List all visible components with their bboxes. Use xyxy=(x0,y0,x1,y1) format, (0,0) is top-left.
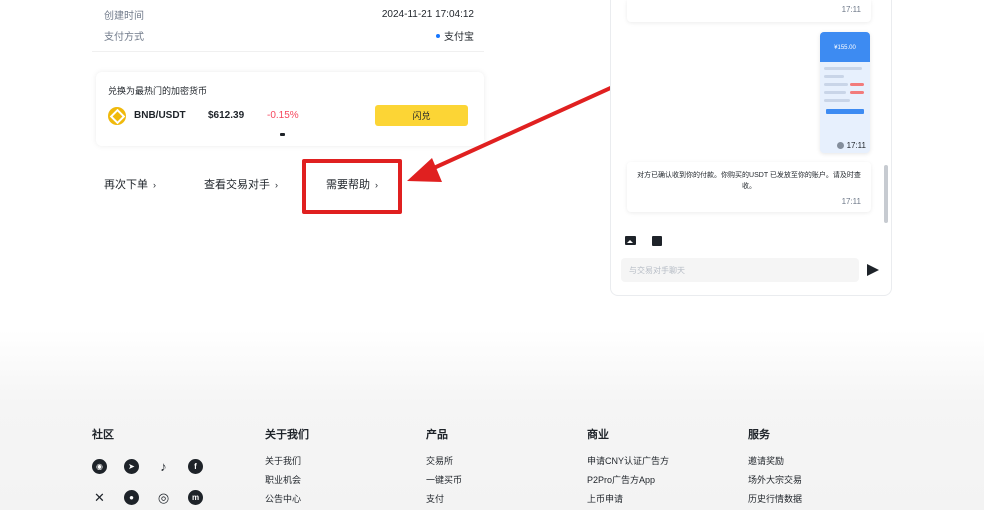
order-info: 创建时间 2024-11-21 17:04:12 支付方式 支付宝 xyxy=(92,0,484,52)
footer-service-title: 服务 xyxy=(748,429,770,441)
image-upload-icon[interactable] xyxy=(625,236,636,245)
payment-method-label: 支付方式 xyxy=(104,32,144,43)
footer-community-title: 社区 xyxy=(92,429,114,441)
view-counterparty-label: 查看交易对手 xyxy=(204,179,270,191)
screenshot-line xyxy=(850,91,864,94)
message-time: 17:11 xyxy=(841,5,861,14)
screenshot-line xyxy=(850,83,864,86)
footer-about: 关于我们 关于我们 职业机会 公告中心 xyxy=(265,426,309,510)
system-message: 对方已确认收到你的付款。你购买的USDT 已发放至你的账户。请及时查收。 17:… xyxy=(627,162,871,212)
footer-link[interactable]: 公告中心 xyxy=(265,492,309,504)
chat-scrollbar[interactable] xyxy=(884,165,888,223)
footer-business-title: 商业 xyxy=(587,429,609,441)
footer-products-title: 产品 xyxy=(426,429,448,441)
social-icons: ◉ ➤ ♪ f ✕ ● ◎ m xyxy=(92,459,204,505)
footer-link[interactable]: 一键买币 xyxy=(426,473,462,485)
footer-link[interactable]: 申请CNY认证广告方 xyxy=(587,454,669,466)
send-icon[interactable] xyxy=(867,264,879,276)
footer-link[interactable]: 场外大宗交易 xyxy=(748,473,802,485)
telegram-icon[interactable]: ➤ xyxy=(124,459,139,474)
footer-link[interactable]: 关于我们 xyxy=(265,454,309,466)
footer-link[interactable]: 支付 xyxy=(426,492,462,504)
screenshot-time-row: 17:11 xyxy=(836,141,866,150)
system-message-time: 17:11 xyxy=(841,197,861,206)
footer-link[interactable]: P2Pro广告方App xyxy=(587,473,669,485)
screenshot-line xyxy=(824,75,844,78)
screenshot-line xyxy=(824,91,846,94)
footer-about-title: 关于我们 xyxy=(265,429,309,441)
file-upload-icon[interactable] xyxy=(652,236,662,246)
carousel-indicator[interactable] xyxy=(280,133,285,136)
payment-method-value: 支付宝 xyxy=(436,28,474,43)
promo-title: 兑换为最热门的加密货币 xyxy=(108,86,208,96)
price-change: -0.15% xyxy=(267,110,299,121)
screenshot-line xyxy=(824,83,848,86)
screenshot-message[interactable]: ¥155.00 17:11 xyxy=(820,32,870,153)
chat-input[interactable] xyxy=(621,258,859,282)
bnb-coin-icon xyxy=(108,107,126,125)
footer-service: 服务 邀请奖励 场外大宗交易 历史行情数据 xyxy=(748,426,802,510)
screenshot-amount: ¥155.00 xyxy=(820,32,870,62)
system-message-text: 对方已确认收到你的付款。你购买的USDT 已发放至你的账户。请及时查收。 xyxy=(637,172,861,190)
reorder-label: 再次下单 xyxy=(104,179,148,191)
chevron-right-icon: › xyxy=(275,180,278,190)
annotation-highlight-box xyxy=(302,159,402,214)
payment-method-row: 支付方式 支付宝 xyxy=(104,28,474,43)
tiktok-icon[interactable]: ♪ xyxy=(156,459,171,474)
footer-products: 产品 交易所 一键买币 支付 xyxy=(426,426,462,510)
created-time-row: 创建时间 2024-11-21 17:04:12 xyxy=(104,7,474,22)
footer-community: 社区 xyxy=(92,426,114,454)
footer-link[interactable]: 邀请奖励 xyxy=(748,454,802,466)
screenshot-time: 17:11 xyxy=(846,141,866,150)
footer-link[interactable]: 交易所 xyxy=(426,454,462,466)
created-time-value: 2024-11-21 17:04:12 xyxy=(381,9,474,20)
view-counterparty-link[interactable]: 查看交易对手 › xyxy=(204,176,278,192)
coinmarketcap-icon[interactable]: m xyxy=(188,490,203,505)
chat-message: 17:11 xyxy=(627,0,871,22)
footer-link[interactable]: 历史行情数据 xyxy=(748,492,802,504)
footer-link[interactable]: 上币申请 xyxy=(587,492,669,504)
convert-button[interactable]: 闪兑 xyxy=(375,105,468,126)
footer-link[interactable]: 职业机会 xyxy=(265,473,309,485)
created-time-label: 创建时间 xyxy=(104,11,144,22)
chevron-right-icon: › xyxy=(153,180,156,190)
screenshot-line xyxy=(824,67,862,70)
chat-panel: 17:11 ¥155.00 17:11 对方已确认收到你的付款。你购买的USDT… xyxy=(610,0,892,296)
discord-icon[interactable]: ◉ xyxy=(92,459,107,474)
trading-pair: BNB/USDT xyxy=(134,110,186,121)
footer-business: 商业 申请CNY认证广告方 P2Pro广告方App 上币申请 xyxy=(587,426,669,510)
reddit-icon[interactable]: ● xyxy=(124,490,139,505)
payment-method-text: 支付宝 xyxy=(444,32,474,43)
instagram-icon[interactable]: ◎ xyxy=(156,490,171,505)
convert-promo-card: 兑换为最热门的加密货币 BNB/USDT $612.39 -0.15% 闪兑 xyxy=(96,72,484,146)
reorder-link[interactable]: 再次下单 › xyxy=(104,176,156,192)
pair-price: $612.39 xyxy=(208,110,245,121)
site-footer: 社区 ◉ ➤ ♪ f ✕ ● ◎ m 关于我们 关于我们 职业机会 公告中心 产… xyxy=(0,330,984,510)
check-icon xyxy=(836,142,844,149)
facebook-icon[interactable]: f xyxy=(188,459,203,474)
screenshot-line xyxy=(824,99,850,102)
alipay-dot-icon xyxy=(436,33,440,38)
chat-tools xyxy=(625,236,662,246)
screenshot-line xyxy=(826,109,864,114)
x-icon[interactable]: ✕ xyxy=(92,490,107,505)
